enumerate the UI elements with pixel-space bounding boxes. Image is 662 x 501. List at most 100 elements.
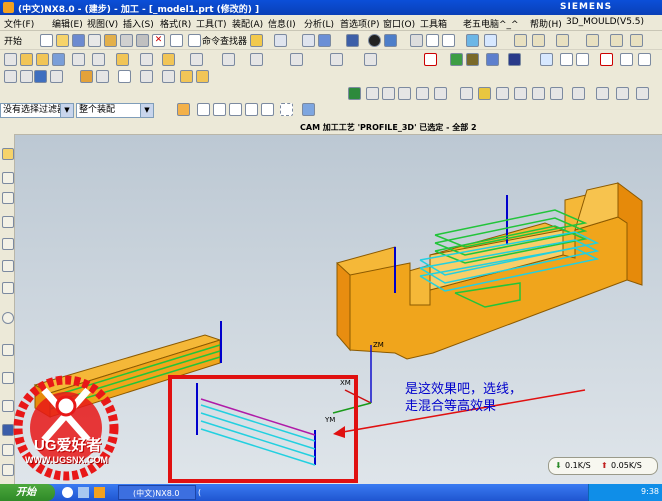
fix-icon[interactable] xyxy=(50,70,63,83)
move-icon[interactable] xyxy=(96,70,109,83)
snap-quad-icon[interactable] xyxy=(261,103,274,116)
command-finder-label[interactable]: 命令查找器 xyxy=(202,34,247,47)
menu-item-edit[interactable]: 编辑(E) xyxy=(52,17,83,30)
shaded-icon[interactable] xyxy=(346,34,359,47)
desktop-icon[interactable] xyxy=(78,487,89,498)
tool-icon[interactable] xyxy=(514,34,527,47)
snap2-icon[interactable] xyxy=(20,70,33,83)
shop-doc-icon[interactable] xyxy=(460,87,473,100)
blank-icon[interactable] xyxy=(442,34,455,47)
assembly-navigator-icon[interactable] xyxy=(2,192,14,204)
color-icon[interactable] xyxy=(426,34,439,47)
create-operation-icon[interactable] xyxy=(540,53,553,66)
machine-icon[interactable] xyxy=(416,87,429,100)
feed-icon[interactable] xyxy=(514,87,527,100)
menu-item-assembly[interactable]: 装配(A) xyxy=(232,17,263,30)
history-icon[interactable] xyxy=(2,312,14,324)
nx-quicklaunch-icon[interactable] xyxy=(94,487,105,498)
part-select-icon[interactable] xyxy=(302,103,315,116)
web-browser-icon[interactable] xyxy=(2,282,14,294)
view-icon[interactable] xyxy=(410,34,423,47)
create-geometry-icon[interactable] xyxy=(486,53,499,66)
nx-app-icon[interactable] xyxy=(3,2,14,13)
part-navigator-icon[interactable] xyxy=(2,172,14,184)
sketch-icon[interactable] xyxy=(4,53,17,66)
tool2-icon[interactable] xyxy=(532,34,545,47)
holder-icon[interactable] xyxy=(616,87,629,100)
copy-icon[interactable] xyxy=(120,34,133,47)
generate-icon[interactable] xyxy=(348,87,361,100)
sphere-icon[interactable] xyxy=(368,34,381,47)
menu-item-file[interactable]: 文件(F) xyxy=(4,17,34,30)
start-menu-button[interactable]: 开始 xyxy=(0,484,55,501)
pad-icon[interactable] xyxy=(140,53,153,66)
machine-tool-icon[interactable] xyxy=(576,53,589,66)
undo-icon[interactable] xyxy=(170,34,183,47)
start-button[interactable]: 开始 xyxy=(4,34,22,47)
snap-mid-icon[interactable] xyxy=(229,103,242,116)
menu-item-info[interactable]: 信息(I) xyxy=(268,17,296,30)
extrude-icon[interactable] xyxy=(20,53,33,66)
open-icon[interactable] xyxy=(56,34,69,47)
menu-item-laowu[interactable]: 老五电脑^_^ xyxy=(463,17,519,30)
view-more-icon[interactable] xyxy=(638,53,651,66)
flag-icon[interactable] xyxy=(140,70,153,83)
chevron-down-icon[interactable]: ▼ xyxy=(60,104,73,117)
menu-item-analysis[interactable]: 分析(L) xyxy=(304,17,334,30)
taskbar-item-nx[interactable]: (中文)NX8.0 xyxy=(118,485,196,500)
create-tool-icon[interactable] xyxy=(466,53,479,66)
paste-icon[interactable] xyxy=(136,34,149,47)
system-materials-icon[interactable] xyxy=(2,344,14,356)
create-program-icon[interactable] xyxy=(450,53,463,66)
menu-item-view[interactable]: 视图(V) xyxy=(87,17,118,30)
list-toolpath-icon[interactable] xyxy=(382,87,395,100)
selection-filter-select[interactable]: 没有选择过滤器 ▼ xyxy=(0,103,74,118)
tool3-icon[interactable] xyxy=(556,34,569,47)
menu-item-tools[interactable]: 工具(T) xyxy=(196,17,227,30)
tool5-icon[interactable] xyxy=(610,34,623,47)
fit-icon[interactable] xyxy=(466,34,479,47)
mirror-icon[interactable] xyxy=(424,53,437,66)
snap-center-icon[interactable] xyxy=(245,103,258,116)
assembly-scope-select[interactable]: 整个装配 ▼ xyxy=(76,103,154,118)
select-all-icon[interactable] xyxy=(177,103,190,116)
method-view-icon[interactable] xyxy=(620,53,633,66)
operation-navigator-icon[interactable] xyxy=(2,216,14,228)
command-finder-icon[interactable] xyxy=(188,34,201,47)
menu-item-insert[interactable]: 插入(S) xyxy=(123,17,154,30)
part-u-channel[interactable] xyxy=(336,182,643,360)
create-method-icon[interactable] xyxy=(508,53,521,66)
zoom-icon[interactable] xyxy=(484,34,497,47)
offset-icon[interactable] xyxy=(330,53,343,66)
menu-item-preferences[interactable]: 首选项(P) xyxy=(340,17,379,30)
menu-item-window[interactable]: 窗口(O) xyxy=(383,17,415,30)
menu-item-help[interactable]: 帮助(H) xyxy=(530,17,562,30)
component2-icon[interactable] xyxy=(196,70,209,83)
transform-op-icon[interactable] xyxy=(496,87,509,100)
menu-item-3d-mould[interactable]: 3D_MOULD(V5.5) xyxy=(566,17,644,27)
light-icon[interactable] xyxy=(250,34,263,47)
rectangle-select-icon[interactable] xyxy=(280,103,293,116)
snap-end-icon[interactable] xyxy=(213,103,226,116)
trim-icon[interactable] xyxy=(290,53,303,66)
snap-icon[interactable] xyxy=(4,70,17,83)
new-icon[interactable] xyxy=(40,34,53,47)
grid-icon[interactable] xyxy=(302,34,315,47)
replay-icon[interactable] xyxy=(366,87,379,100)
revolve-icon[interactable] xyxy=(36,53,49,66)
pattern-icon[interactable] xyxy=(364,53,377,66)
constraint-navigator-icon[interactable] xyxy=(2,238,14,250)
color-palette-icon[interactable] xyxy=(80,70,93,83)
ipw-icon[interactable] xyxy=(596,87,609,100)
save-as-icon[interactable] xyxy=(88,34,101,47)
taskbar-item-2[interactable]: ( xyxy=(198,485,208,500)
transform-icon[interactable] xyxy=(274,34,287,47)
unite-icon[interactable] xyxy=(162,53,175,66)
tool4-icon[interactable] xyxy=(586,34,599,47)
shell-icon[interactable] xyxy=(250,53,263,66)
menu-item-format[interactable]: 格式(R) xyxy=(160,17,191,30)
layer-icon[interactable] xyxy=(318,34,331,47)
measure-icon[interactable] xyxy=(162,70,175,83)
datum-icon[interactable] xyxy=(52,53,65,66)
path-edit-icon[interactable] xyxy=(532,87,545,100)
